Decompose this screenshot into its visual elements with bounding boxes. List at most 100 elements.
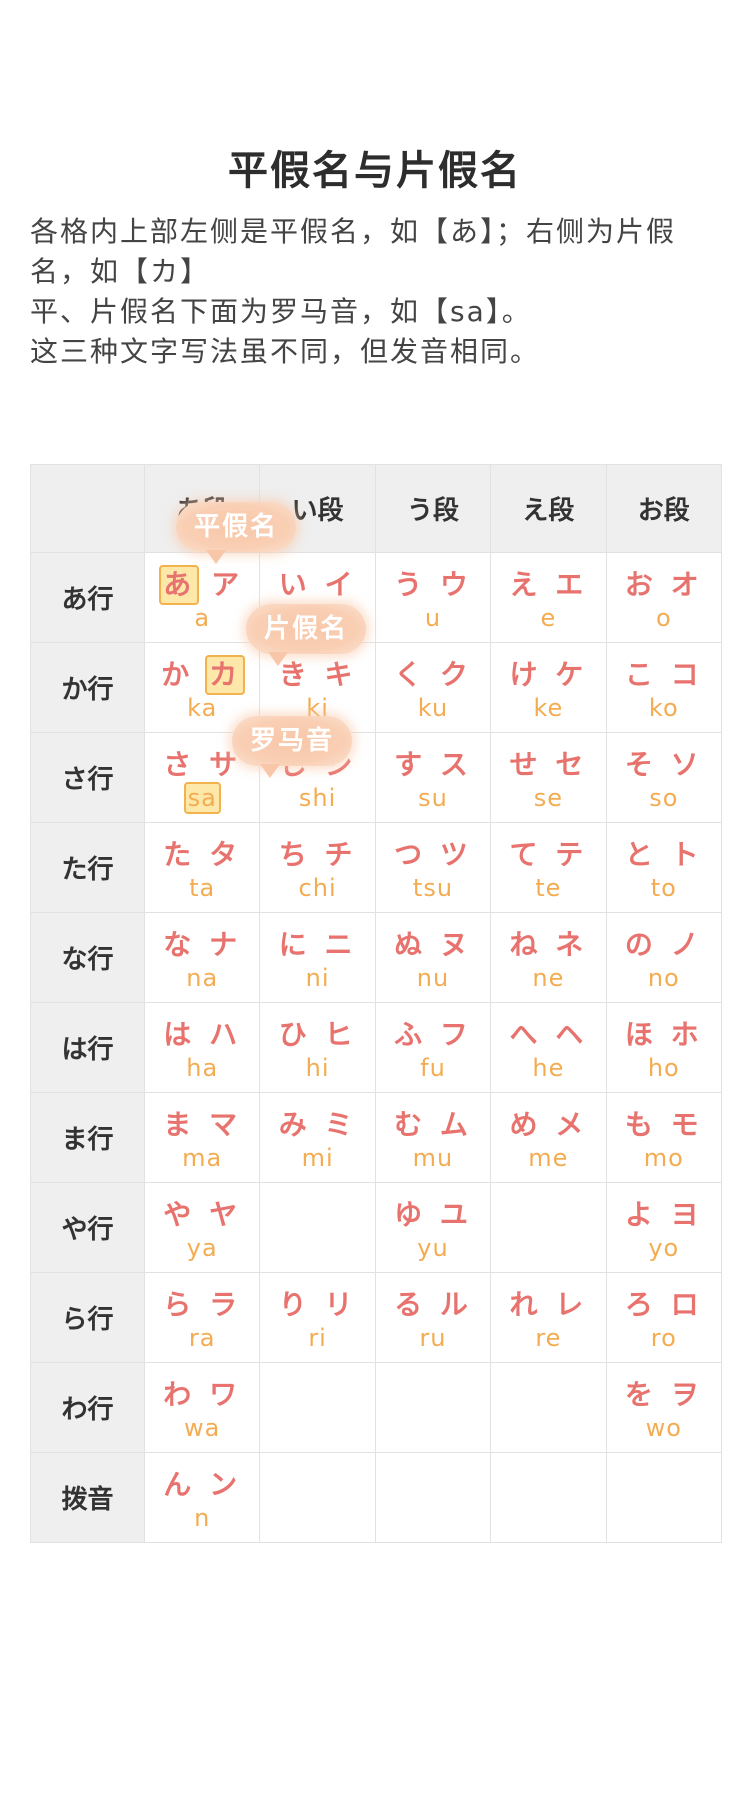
kana-cell: れ レ re — [490, 1272, 607, 1363]
katakana: フ — [439, 1017, 472, 1051]
hiragana: と — [624, 837, 657, 871]
romaji: so — [607, 783, 721, 813]
kana-pair: ち チ — [260, 837, 374, 873]
katakana: ケ — [555, 657, 588, 691]
kana-pair: い イ — [260, 567, 374, 603]
katakana: ト — [670, 837, 703, 871]
romaji-text: wo — [645, 1413, 682, 1442]
table-row: は行は ハ ha ひ ヒ hi ふ フ fu へ ヘ he ほ ホ ho — [30, 1002, 723, 1093]
kana-cell: へ ヘ he — [490, 1002, 607, 1093]
katakana-callout: 片假名 — [246, 604, 367, 666]
kana-cell — [374, 1452, 492, 1543]
kana-cell: え エe — [490, 552, 607, 643]
hiragana: ら — [163, 1287, 196, 1321]
romaji: ko — [607, 693, 721, 723]
kana-pair: ま マ — [145, 1107, 259, 1143]
hiragana: も — [624, 1107, 657, 1141]
row-header: か行 — [30, 642, 145, 733]
kana-cell: ね ネ ne — [490, 912, 607, 1003]
kana-cell: く ク ku — [374, 642, 492, 733]
katakana: モ — [670, 1107, 703, 1141]
romaji-text: ri — [308, 1323, 327, 1352]
kana-pair: こ コ — [607, 657, 721, 693]
column-header: え段 — [490, 464, 607, 553]
kana-cell: ち チ chi — [259, 822, 376, 913]
kana-cell: せ セ se — [490, 732, 607, 823]
hiragana: ね — [509, 927, 542, 961]
katakana: ス — [439, 747, 472, 781]
romaji: na — [145, 963, 259, 993]
romaji-text: na — [186, 963, 219, 992]
kana-cell — [490, 1362, 607, 1453]
katakana: ノ — [670, 927, 703, 961]
hiragana: を — [624, 1377, 657, 1411]
hiragana: ろ — [624, 1287, 657, 1321]
kana-pair: け ケ — [491, 657, 605, 693]
kana-cell: な ナ na — [143, 912, 261, 1003]
kana-cell — [259, 1182, 376, 1273]
hiragana: ぬ — [394, 927, 427, 961]
kana-pair: ほ ホ — [607, 1017, 721, 1053]
romaji: o — [607, 603, 721, 633]
romaji-text: ko — [648, 693, 679, 722]
kana-cell: ろ ロ ro — [605, 1272, 723, 1363]
kana-cell: う ウu — [374, 552, 492, 643]
hiragana-callout: 平假名 — [176, 502, 297, 564]
katakana: カ — [205, 654, 246, 695]
table-row: さ行さ サsaし シshiす スsuせ セseそ ソso — [30, 732, 723, 823]
kana-cell: も モ mo — [605, 1092, 723, 1183]
katakana: ヒ — [324, 1017, 357, 1051]
romaji-text: ha — [186, 1053, 219, 1082]
row-header: や行 — [30, 1182, 145, 1273]
romaji: wo — [607, 1413, 721, 1443]
romaji: mi — [260, 1143, 374, 1173]
kana-cell: ま マ ma — [143, 1092, 261, 1183]
romaji-text: ya — [186, 1233, 218, 1262]
row-header: あ行 — [30, 552, 145, 643]
table-row: や行や ヤ ya ゆ ユ yu よ ヨ yo — [30, 1182, 723, 1273]
romaji-text: fu — [420, 1053, 446, 1082]
table-row: わ行わ ワ wa を ヲ wo — [30, 1362, 723, 1453]
katakana: ヌ — [439, 927, 472, 961]
kana-pair: う ウ — [376, 567, 490, 603]
katakana: タ — [209, 837, 242, 871]
romaji-text: mu — [412, 1143, 454, 1172]
romaji: re — [491, 1323, 605, 1353]
katakana: ム — [439, 1107, 472, 1141]
kana-pair: を ヲ — [607, 1377, 721, 1413]
hiragana: む — [394, 1107, 427, 1141]
table-row: あ行あ アaい イiう ウuえ エeお オo — [30, 552, 723, 643]
katakana: ホ — [670, 1017, 703, 1051]
romaji: ma — [145, 1143, 259, 1173]
hiragana: せ — [509, 747, 542, 781]
katakana: テ — [555, 837, 588, 871]
romaji: wa — [145, 1413, 259, 1443]
romaji: yo — [607, 1233, 721, 1263]
romaji: su — [376, 783, 490, 813]
column-header: う段 — [374, 464, 492, 553]
romaji: ta — [145, 873, 259, 903]
hiragana: お — [624, 567, 657, 601]
romaji: ra — [145, 1323, 259, 1353]
hiragana: ほ — [624, 1017, 657, 1051]
description-line: 这三种文字写法虽不同，但发音相同。 — [30, 335, 541, 368]
romaji-text: chi — [298, 873, 337, 902]
romaji: u — [376, 603, 490, 633]
hiragana: の — [624, 927, 657, 961]
romaji-text: tsu — [412, 873, 454, 902]
hiragana: い — [278, 567, 311, 601]
romaji-text: he — [532, 1053, 565, 1082]
katakana: ヲ — [670, 1377, 703, 1411]
kana-cell — [259, 1362, 376, 1453]
romaji: ke — [491, 693, 605, 723]
kana-pair: わ ワ — [145, 1377, 259, 1413]
kana-pair: ろ ロ — [607, 1287, 721, 1323]
romaji: n — [145, 1503, 259, 1533]
katakana: ル — [439, 1287, 472, 1321]
romaji-text: a — [194, 603, 211, 632]
romaji-text: ke — [533, 693, 564, 722]
katakana: ヤ — [209, 1197, 242, 1231]
kana-pair: め メ — [491, 1107, 605, 1143]
romaji-text: so — [649, 783, 679, 812]
romaji-text: o — [655, 603, 672, 632]
